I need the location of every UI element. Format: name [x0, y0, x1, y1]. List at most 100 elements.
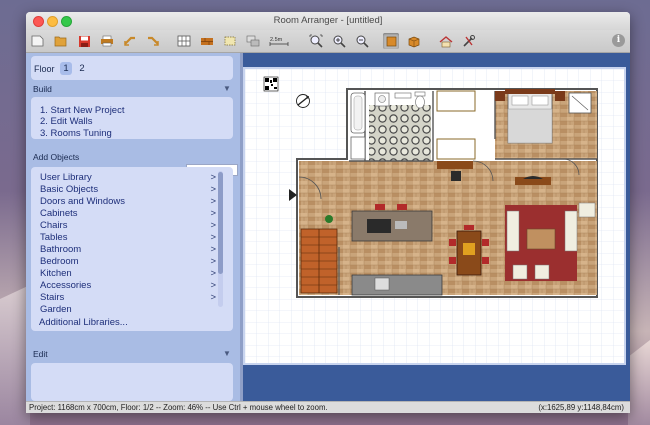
status-coordinates: (x:1625,89 y:1148,84cm) — [538, 403, 624, 412]
library-item[interactable]: Stairs > — [40, 292, 222, 303]
library-item[interactable]: Bathroom > — [40, 244, 222, 255]
chevron-right-icon: > — [210, 208, 216, 219]
desk-chair — [451, 171, 461, 181]
build-step-walls[interactable]: 2. Edit Walls — [40, 116, 92, 127]
library-item[interactable]: Kitchen > — [40, 268, 222, 279]
library-item[interactable]: Doors and Windows > — [40, 196, 222, 207]
bathtub — [350, 92, 366, 134]
chevron-right-icon: > — [210, 244, 216, 255]
library-item-label: User Library — [40, 172, 92, 183]
qr-code-icon — [263, 76, 279, 92]
nightstand — [495, 91, 505, 101]
library-item-label: Basic Objects — [40, 184, 99, 195]
library-item-label: Accessories — [40, 280, 92, 291]
chevron-right-icon: > — [210, 172, 216, 183]
library-item-label: Doors and Windows — [40, 196, 126, 207]
library-item-label: Bathroom — [40, 244, 82, 255]
compass-icon — [296, 94, 310, 108]
copy-object-icon[interactable] — [245, 33, 261, 49]
build-collapse-chevron-icon[interactable]: ▼ — [223, 84, 231, 93]
chevron-right-icon: > — [210, 184, 216, 195]
floor-label: Floor — [34, 64, 55, 74]
bathroom-tiles — [369, 105, 431, 161]
print-icon[interactable] — [99, 33, 115, 49]
library-item[interactable]: Cabinets > — [40, 208, 222, 219]
wall-icon[interactable] — [199, 33, 215, 49]
library-item[interactable]: Basic Objects > — [40, 184, 222, 195]
nightstand — [555, 91, 565, 101]
new-document-icon[interactable] — [30, 33, 46, 49]
select-icon[interactable] — [222, 33, 238, 49]
toilet — [414, 91, 426, 109]
build-section-title: Build — [33, 84, 52, 94]
library-item-label: Bedroom — [40, 256, 79, 267]
build-panel: 1. Start New Project 2. Edit Walls 3. Ro… — [31, 97, 233, 139]
2d-view-icon[interactable] — [383, 33, 399, 49]
plant — [325, 215, 333, 223]
floor-button-1[interactable]: 1 — [60, 62, 72, 75]
sink — [374, 92, 390, 107]
measure-icon[interactable]: 2.5m — [269, 33, 289, 49]
zoom-fit-icon[interactable] — [308, 33, 324, 49]
bar-stool — [397, 204, 407, 210]
chevron-right-icon: > — [210, 196, 216, 207]
kitchen-island — [351, 210, 433, 242]
library-item-label: Kitchen — [40, 268, 72, 279]
undo-icon[interactable] — [122, 33, 138, 49]
redo-icon[interactable] — [145, 33, 161, 49]
app-window: Room Arranger - [untitled] 2.5m i Floor … — [26, 12, 630, 413]
desktop-mountain — [628, 340, 650, 425]
zoom-in-icon[interactable] — [331, 33, 347, 49]
library-item[interactable]: Tables > — [40, 232, 222, 243]
status-bar: Project: 1168cm x 700cm, Floor: 1/2 -- Z… — [26, 401, 630, 413]
tools-icon[interactable] — [461, 33, 477, 49]
floor-button-2[interactable]: 2 — [76, 62, 88, 75]
toolbar: 2.5m i — [26, 30, 630, 53]
staircase — [300, 228, 338, 294]
library-item-label: Cabinets — [40, 208, 78, 219]
objects-panel: User Library > Basic Objects > Doors and W… — [31, 167, 233, 331]
edit-section-title: Edit — [33, 349, 48, 359]
chevron-right-icon: > — [210, 256, 216, 267]
additional-libraries-link[interactable]: Additional Libraries... — [39, 317, 128, 328]
floor-plan-canvas[interactable] — [243, 67, 626, 365]
kitchen-sink — [374, 277, 390, 291]
open-folder-icon[interactable] — [53, 33, 69, 49]
sidebar: Floor 1 2 Build ▼ 1. Start New Project 2… — [26, 53, 240, 401]
edit-collapse-chevron-icon[interactable]: ▼ — [223, 349, 231, 358]
library-item-label: Garden — [40, 304, 72, 313]
edit-panel — [31, 363, 233, 401]
library-item[interactable]: Chairs > — [40, 220, 222, 231]
plan-workspace — [243, 53, 630, 401]
library-scrollbar-thumb[interactable] — [218, 172, 223, 274]
library-item[interactable]: Accessories > — [40, 280, 222, 291]
library-item[interactable]: Garden — [40, 304, 222, 313]
status-project-info: Project: 1168cm x 700cm, Floor: 1/2 -- Z… — [29, 403, 328, 412]
chevron-right-icon: > — [210, 220, 216, 231]
library-item-label: Tables — [40, 232, 68, 243]
bedroom-armchair — [568, 92, 592, 114]
library-item[interactable]: Bedroom > — [40, 256, 222, 267]
window-title: Room Arranger - [untitled] — [273, 15, 383, 26]
title-bar[interactable]: Room Arranger - [untitled] — [26, 12, 630, 30]
info-button[interactable]: i — [612, 34, 625, 47]
library-item[interactable]: User Library > — [40, 172, 222, 183]
zoom-out-icon[interactable] — [354, 33, 370, 49]
shower — [350, 136, 366, 160]
grid-icon[interactable] — [176, 33, 192, 49]
build-step-rooms[interactable]: 3. Rooms Tuning — [40, 128, 112, 139]
floor-plan-drawing — [245, 69, 624, 363]
measure-label: 2.5m — [270, 37, 283, 43]
save-icon[interactable] — [76, 33, 92, 49]
house-settings-icon[interactable] — [438, 33, 454, 49]
kitchen-counter — [351, 274, 443, 296]
build-step-start[interactable]: 1. Start New Project — [40, 105, 124, 116]
library-item-label: Chairs — [40, 220, 68, 231]
add-objects-title: Add Objects — [33, 152, 80, 162]
3d-view-icon[interactable] — [406, 33, 422, 49]
bar-stool — [375, 204, 385, 210]
bath-cabinet — [436, 90, 476, 112]
desk — [437, 161, 473, 169]
chevron-right-icon: > — [210, 292, 216, 303]
chevron-right-icon: > — [210, 232, 216, 243]
